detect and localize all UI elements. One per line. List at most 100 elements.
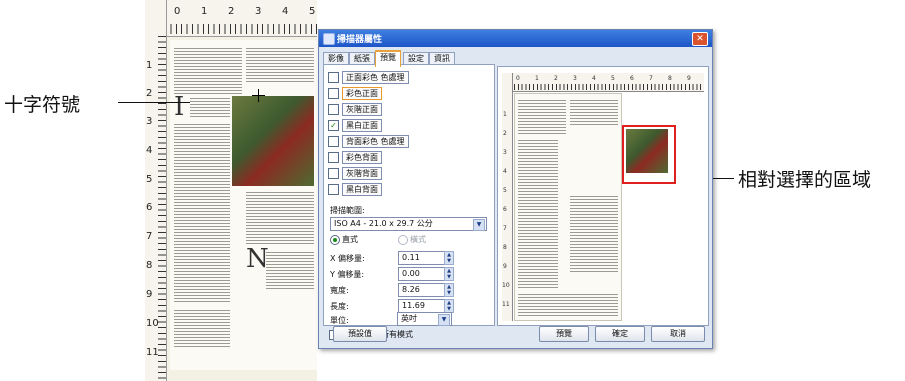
ruler-number: 3 <box>255 6 262 17</box>
landscape-radio[interactable] <box>398 235 408 245</box>
checkbox[interactable]: ✓ <box>328 120 339 131</box>
chevron-down-icon: ▼ <box>473 219 485 231</box>
ruler-number: 4 <box>592 75 596 82</box>
settings-panel: 正面彩色 色處理 彩色正面 灰階正面 ✓ 黑白正面 背面彩色 色處理 彩色背面 … <box>323 64 495 326</box>
ruler-number: 2 <box>554 75 558 82</box>
width-input[interactable]: 8.26 <box>398 283 445 297</box>
scanner-icon <box>323 33 335 45</box>
width-label: 寬度: <box>330 286 349 295</box>
text-block <box>174 308 230 348</box>
text-block <box>174 46 242 94</box>
ruler-number: 6 <box>503 206 507 213</box>
annotation-leader-line <box>118 102 190 103</box>
default-button[interactable]: 預設值 <box>333 326 387 342</box>
scanned-page: I N <box>170 40 317 370</box>
dialog-title: 掃描器屬性 <box>337 35 383 45</box>
preview-top-ruler: 0 1 2 3 4 5 6 7 8 9 <box>502 73 704 92</box>
ruler-ticks <box>514 84 704 90</box>
ruler-number: 6 <box>146 202 153 213</box>
text-block <box>570 194 618 274</box>
ruler-number: 7 <box>146 231 153 242</box>
selection-rectangle[interactable] <box>622 125 676 184</box>
y-offset-input[interactable]: 0.00 <box>398 267 445 281</box>
ruler-number: 11 <box>502 301 510 308</box>
option-label: 背面彩色 色處理 <box>342 135 409 148</box>
chevron-down-icon: ▼ <box>438 314 450 326</box>
checkbox[interactable] <box>328 72 339 83</box>
checkbox[interactable] <box>328 88 339 99</box>
checkbox[interactable] <box>328 152 339 163</box>
crosshair-annotation: 十字符號 <box>4 94 81 116</box>
option-label: 黑白正面 <box>342 119 382 132</box>
ruler-number: 8 <box>668 75 672 82</box>
ruler-number: 4 <box>503 168 507 175</box>
ruler-number: 0 <box>174 6 181 17</box>
portrait-label: 直式 <box>342 235 358 244</box>
ruler-number: 9 <box>503 263 507 270</box>
scan-area-value: ISO A4 - 21.0 x 29.7 公分 <box>334 219 433 228</box>
ruler-number: 3 <box>503 149 507 156</box>
width-spinner[interactable]: ▲ ▼ <box>444 283 454 297</box>
portrait-radio[interactable] <box>330 235 340 245</box>
ruler-number: 4 <box>282 6 289 17</box>
landscape-label: 橫式 <box>410 235 426 244</box>
ruler-number: 5 <box>503 187 507 194</box>
ruler-number: 9 <box>687 75 691 82</box>
ruler-number: 5 <box>611 75 615 82</box>
tab-preview[interactable]: 預覽 <box>375 50 401 67</box>
text-block <box>246 46 314 82</box>
checkbox[interactable] <box>328 104 339 115</box>
drop-cap: I <box>174 92 185 122</box>
preview-button[interactable]: 預覽 <box>539 326 589 342</box>
preview-pane[interactable]: 0 1 2 3 4 5 6 7 8 9 1 2 3 4 5 6 7 8 9 10… <box>497 66 709 326</box>
height-spinner[interactable]: ▲ ▼ <box>444 299 454 313</box>
close-icon: ✕ <box>696 34 704 44</box>
close-button[interactable]: ✕ <box>692 32 708 46</box>
y-offset-spinner[interactable]: ▲ ▼ <box>444 267 454 281</box>
scan-area-label: 掃描範圍: <box>330 206 365 215</box>
selection-annotation: 相對選擇的區域 <box>738 169 872 191</box>
ruler-ticks <box>158 36 166 381</box>
text-block <box>518 98 566 134</box>
ruler-number: 1 <box>146 60 153 71</box>
height-input[interactable]: 11.69 <box>398 299 445 313</box>
article-photo <box>232 96 314 186</box>
ruler-number: 1 <box>201 6 208 17</box>
checkbox[interactable] <box>328 136 339 147</box>
top-ruler: 0 1 2 3 4 5 <box>165 0 317 37</box>
ruler-number: 3 <box>573 75 577 82</box>
ruler-number: 0 <box>516 75 520 82</box>
option-label: 正面彩色 色處理 <box>342 71 409 84</box>
ruler-number: 11 <box>146 347 159 358</box>
cancel-button[interactable]: 取消 <box>651 326 705 342</box>
ruler-number: 8 <box>503 244 507 251</box>
text-block <box>570 98 618 126</box>
title-bar[interactable]: 掃描器屬性 ✕ <box>319 30 712 47</box>
ruler-ticks <box>165 24 317 34</box>
ruler-number: 2 <box>503 130 507 137</box>
ruler-number: 1 <box>503 111 507 118</box>
option-label: 彩色背面 <box>342 151 382 164</box>
option-label: 黑白背面 <box>342 183 382 196</box>
preview-page <box>514 93 622 321</box>
text-block <box>174 122 230 304</box>
scan-area-select[interactable]: ISO A4 - 21.0 x 29.7 公分 ▼ <box>330 217 487 231</box>
text-block <box>246 190 314 244</box>
text-block <box>266 250 314 290</box>
ok-button[interactable]: 確定 <box>595 326 645 342</box>
ruler-number: 5 <box>309 6 316 17</box>
ruler-number: 1 <box>535 75 539 82</box>
text-block <box>518 138 558 288</box>
x-offset-spinner[interactable]: ▲ ▼ <box>444 251 454 265</box>
height-label: 長度: <box>330 302 349 311</box>
checkbox[interactable] <box>328 184 339 195</box>
text-block <box>518 292 618 316</box>
unit-select[interactable]: 英吋 ▼ <box>397 312 452 326</box>
text-block <box>190 96 230 118</box>
ruler-number: 4 <box>146 145 153 156</box>
x-offset-input[interactable]: 0.11 <box>398 251 445 265</box>
ruler-number: 6 <box>630 75 634 82</box>
y-offset-label: Y 偏移量: <box>330 270 365 279</box>
ruler-number: 10 <box>502 282 510 289</box>
checkbox[interactable] <box>328 168 339 179</box>
